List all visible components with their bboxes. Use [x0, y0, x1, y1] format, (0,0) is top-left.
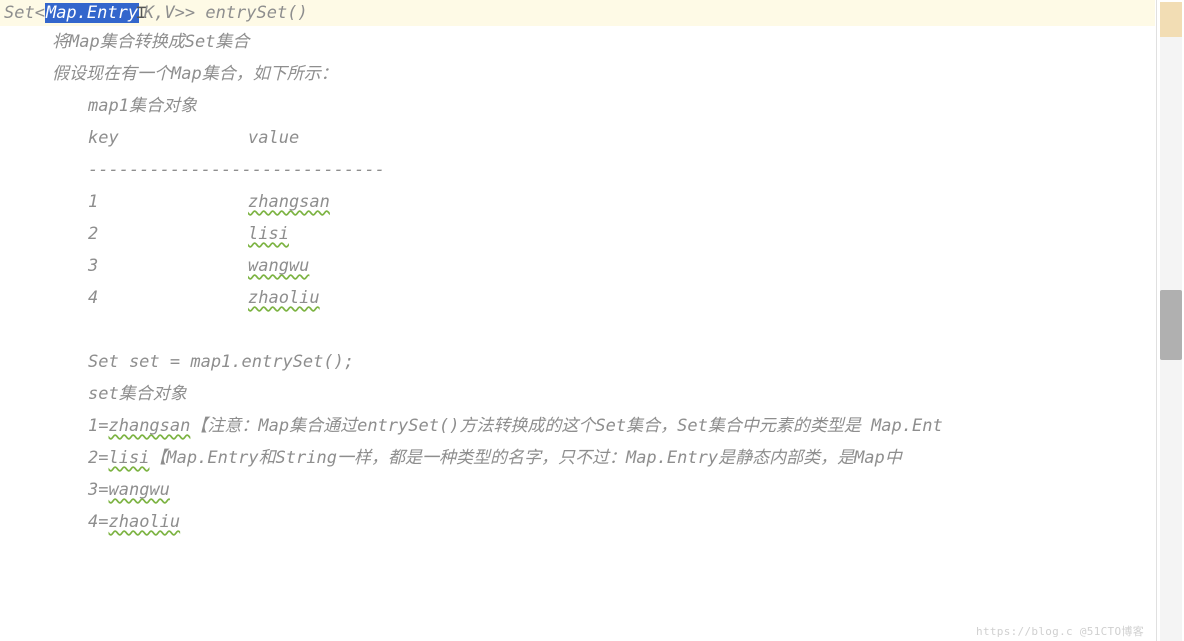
entry-key: 1=: [88, 416, 108, 436]
entry-value: zhaoliu: [108, 512, 180, 532]
blank-line[interactable]: [0, 314, 1155, 346]
code-text: map1集合对象: [88, 96, 197, 116]
entry-value: wangwu: [108, 480, 169, 500]
separator: -----------------------------: [88, 160, 385, 180]
code-line[interactable]: 将Map集合转换成Set集合: [0, 26, 1155, 58]
code-text: 将Map集合转换成Set集合: [52, 32, 249, 52]
current-line-highlight[interactable]: Set<Map.Entry⌶K,V>> entrySet(): [0, 0, 1155, 26]
code-text: K,V>> entrySet(): [144, 3, 308, 23]
note-text: 【注意：Map集合通过entrySet()方法转换成的这个Set集合，Set集合…: [190, 410, 942, 442]
vertical-scrollbar[interactable]: [1156, 0, 1184, 641]
table-header-value: value: [248, 128, 299, 148]
code-line[interactable]: 假设现在有一个Map集合，如下所示：: [0, 58, 1155, 90]
row-key: 3: [88, 250, 248, 282]
code-text: 假设现在有一个Map集合，如下所示：: [52, 64, 338, 84]
entry-key: 3=: [88, 480, 108, 500]
code-text: Set<: [4, 3, 45, 23]
note-text: 【Map.Entry和String一样，都是一种类型的名字，只不过：Map.En…: [149, 442, 901, 474]
code-line[interactable]: 4=zhaoliu: [0, 506, 1155, 538]
code-editor[interactable]: Set<Map.Entry⌶K,V>> entrySet() 将Map集合转换成…: [0, 0, 1155, 641]
row-value: zhaoliu: [248, 288, 320, 308]
text-selection[interactable]: Map.Entry: [45, 3, 139, 23]
watermark-text: https://blog.c @51CTO博客: [976, 623, 1144, 639]
entry-key: 2=: [88, 448, 108, 468]
table-row[interactable]: 3wangwu: [0, 250, 1155, 282]
row-value: lisi: [248, 224, 289, 244]
row-value: zhangsan: [248, 192, 330, 212]
code-line[interactable]: map1集合对象: [0, 90, 1155, 122]
code-line[interactable]: 3=wangwu: [0, 474, 1155, 506]
code-line[interactable]: 2=lisi 【Map.Entry和String一样，都是一种类型的名字，只不过…: [0, 442, 1155, 474]
code-line[interactable]: 1=zhangsan 【注意：Map集合通过entrySet()方法转换成的这个…: [0, 410, 1155, 442]
code-line[interactable]: set集合对象: [0, 378, 1155, 410]
code-text: set集合对象: [88, 384, 187, 404]
scrollbar-marker: [1160, 2, 1182, 37]
entry-value: lisi: [108, 448, 149, 468]
row-value: wangwu: [248, 256, 309, 276]
table-header-key: key: [88, 122, 248, 154]
code-line[interactable]: keyvalue: [0, 122, 1155, 154]
scrollbar-thumb[interactable]: [1160, 290, 1182, 360]
entry-key: 4=: [88, 512, 108, 532]
entry-value: zhangsan: [108, 416, 190, 436]
table-row[interactable]: 4zhaoliu: [0, 282, 1155, 314]
code-line[interactable]: Set set = map1.entrySet();: [0, 346, 1155, 378]
code-text: Set set = map1.entrySet();: [88, 352, 354, 372]
row-key: 1: [88, 186, 248, 218]
row-key: 2: [88, 218, 248, 250]
row-key: 4: [88, 282, 248, 314]
table-row[interactable]: 2lisi: [0, 218, 1155, 250]
table-row[interactable]: 1zhangsan: [0, 186, 1155, 218]
code-line[interactable]: -----------------------------: [0, 154, 1155, 186]
